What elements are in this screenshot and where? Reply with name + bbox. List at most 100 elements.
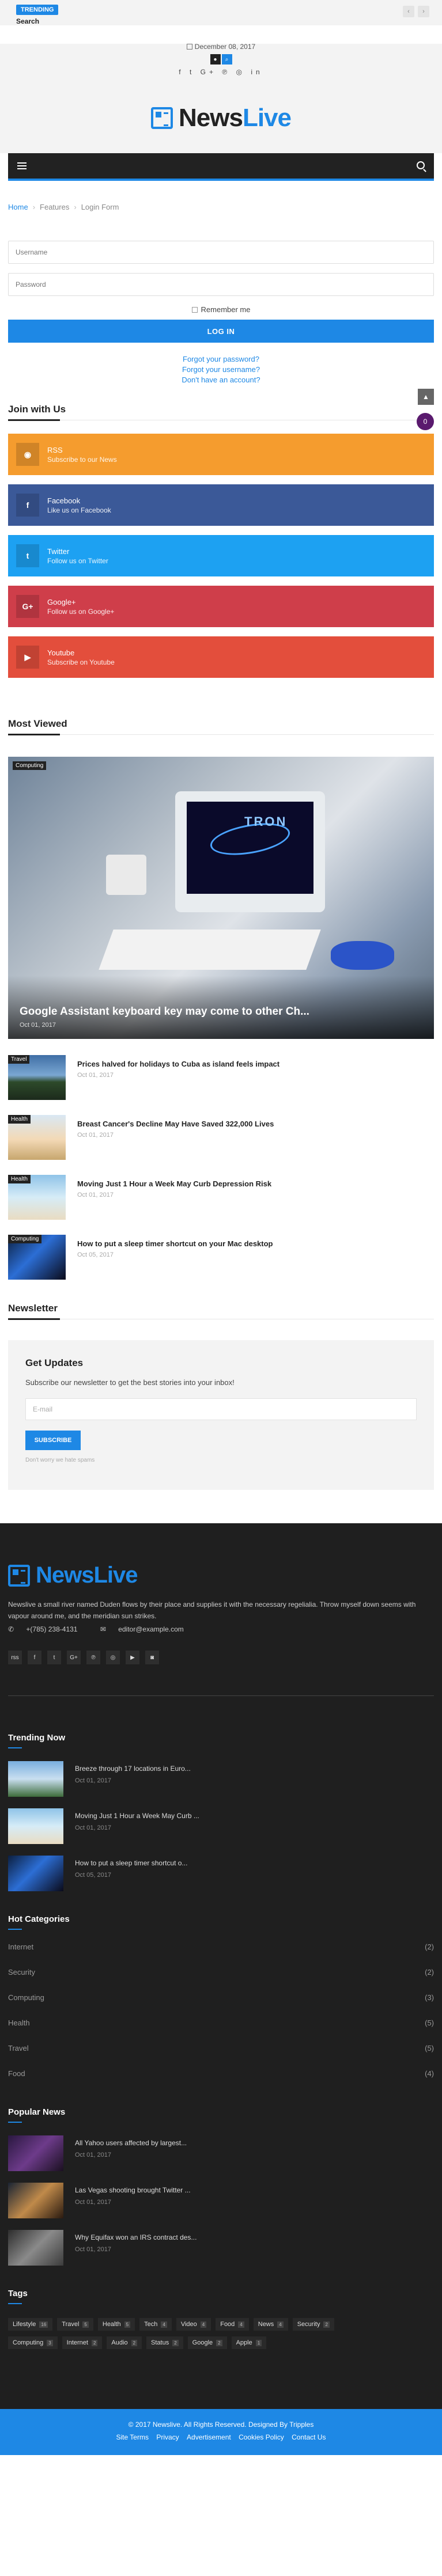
username-field[interactable] (8, 241, 434, 264)
tag-item[interactable]: News 4 (253, 2318, 288, 2331)
article-title[interactable]: Moving Just 1 Hour a Week May Curb Depre… (77, 1179, 271, 1188)
footer-phone[interactable]: +(785) 238-4131 (26, 1625, 77, 1633)
menu-icon[interactable] (17, 162, 27, 169)
facebook-icon[interactable]: f (179, 68, 184, 76)
site-terms-link[interactable]: Site Terms (116, 2433, 149, 2441)
tag-item[interactable]: Lifestyle 16 (8, 2318, 53, 2331)
tag-item[interactable]: Health 5 (97, 2318, 135, 2331)
breadcrumb-features[interactable]: Features (40, 203, 69, 211)
twitter-icon[interactable]: t (190, 68, 195, 76)
cookies-policy-link[interactable]: Cookies Policy (239, 2433, 284, 2441)
list-item[interactable]: How to put a sleep timer shortcut o... Oc… (8, 1856, 434, 1891)
twitter-icon[interactable]: t (47, 1651, 61, 1664)
subscribe-button[interactable]: SUBSCRIBE (25, 1431, 81, 1450)
category-row[interactable]: Health (5) (8, 2019, 434, 2031)
category-tag[interactable]: Computing (8, 1235, 42, 1243)
category-tag[interactable]: Health (8, 1175, 31, 1183)
chevron-left-icon[interactable]: ‹ (403, 6, 414, 17)
instagram-icon[interactable]: ◎ (236, 68, 245, 76)
tag-item[interactable]: Status 2 (146, 2336, 183, 2349)
list-item[interactable]: All Yahoo users affected by largest... Oc… (8, 2135, 434, 2171)
register-link[interactable]: Don't have an account? (8, 375, 434, 385)
pinterest-icon[interactable]: ℗ (222, 68, 231, 76)
article-title[interactable]: How to put a sleep timer shortcut o... (75, 1859, 187, 1867)
footer-email[interactable]: editor@example.com (118, 1625, 184, 1633)
tag-item[interactable]: Audio 2 (107, 2336, 142, 2349)
article-thumbnail[interactable]: Health (8, 1115, 66, 1160)
category-row[interactable]: Computing (3) (8, 1993, 434, 2006)
article-thumbnail[interactable] (8, 2135, 63, 2171)
forgot-username-link[interactable]: Forgot your username? (8, 365, 434, 375)
google-plus-icon[interactable]: G+ (67, 1651, 81, 1664)
category-name[interactable]: Computing (8, 1993, 44, 2006)
article-title[interactable]: All Yahoo users affected by largest... (75, 2139, 187, 2147)
user-icon[interactable]: ● (210, 54, 221, 65)
privacy-link[interactable]: Privacy (156, 2433, 179, 2441)
list-item[interactable]: Breeze through 17 locations in Euro... Oc… (8, 1761, 434, 1797)
social-google-plus-row[interactable]: G+ Google+ Follow us on Google+ (8, 586, 434, 627)
featured-article[interactable]: TRON Computing Google Assistant keyboard… (8, 757, 434, 1039)
chevron-right-icon[interactable]: › (418, 6, 429, 17)
featured-title[interactable]: Google Assistant keyboard key may come t… (20, 1006, 309, 1018)
category-tag[interactable]: Travel (8, 1055, 30, 1064)
article-title[interactable]: Breast Cancer's Decline May Have Saved 3… (77, 1120, 274, 1128)
tag-item[interactable]: Tech 4 (139, 2318, 172, 2331)
tag-item[interactable]: Computing 3 (8, 2336, 58, 2349)
remember-checkbox[interactable] (191, 307, 198, 313)
tag-item[interactable]: Travel 5 (57, 2318, 93, 2331)
search-icon[interactable] (417, 161, 425, 169)
article-thumbnail[interactable] (8, 2183, 63, 2218)
article-title[interactable]: Prices halved for holidays to Cuba as is… (77, 1060, 279, 1068)
category-row[interactable]: Security (2) (8, 1968, 434, 1981)
article-title[interactable]: How to put a sleep timer shortcut on you… (77, 1239, 273, 1248)
pinterest-icon[interactable]: ℗ (86, 1651, 100, 1664)
article-title[interactable]: Las Vegas shooting brought Twitter ... (75, 2186, 191, 2194)
social-rss-row[interactable]: ◉ RSS Subscribe to our News (8, 434, 434, 475)
article-thumbnail[interactable] (8, 1856, 63, 1891)
list-item[interactable]: Why Equifax won an IRS contract des... Oc… (8, 2230, 434, 2266)
tag-item[interactable]: Apple 1 (231, 2336, 267, 2349)
footer-logo[interactable]: NewsLive (8, 1562, 138, 1588)
list-item[interactable]: Health Breast Cancer's Decline May Have S… (8, 1115, 434, 1160)
rss-icon[interactable]: rss (8, 1651, 22, 1664)
category-name[interactable]: Internet (8, 1943, 33, 1955)
facebook-icon[interactable]: f (28, 1651, 41, 1664)
article-thumbnail[interactable]: Computing (8, 1235, 66, 1280)
linkedin-icon[interactable]: in (251, 68, 263, 76)
list-item[interactable]: Moving Just 1 Hour a Week May Curb ... Oc… (8, 1808, 434, 1844)
youtube-icon[interactable]: ▶ (126, 1651, 139, 1664)
breadcrumb-home[interactable]: Home (8, 203, 28, 211)
category-name[interactable]: Travel (8, 2044, 29, 2057)
trending-headline[interactable]: Search (16, 17, 39, 25)
newsletter-email-input[interactable]: E-mail (25, 1398, 417, 1420)
social-facebook-row[interactable]: f Facebook Like us on Facebook (8, 484, 434, 526)
category-row[interactable]: Internet (2) (8, 1943, 434, 1955)
contact-us-link[interactable]: Contact Us (292, 2433, 326, 2441)
site-logo[interactable]: NewsLive (151, 104, 292, 132)
article-thumbnail[interactable] (8, 2230, 63, 2266)
article-thumbnail[interactable]: Travel (8, 1055, 66, 1100)
remember-me[interactable]: Remember me (8, 305, 434, 314)
article-thumbnail[interactable]: Health (8, 1175, 66, 1220)
flickr-icon[interactable]: ◙ (145, 1651, 159, 1664)
article-title[interactable]: Moving Just 1 Hour a Week May Curb ... (75, 1812, 199, 1820)
search-icon[interactable]: ⌕ (221, 54, 232, 65)
tag-item[interactable]: Security 2 (292, 2318, 334, 2331)
category-tag[interactable]: Computing (13, 761, 47, 770)
category-name[interactable]: Health (8, 2019, 30, 2031)
tag-item[interactable]: Google 2 (187, 2336, 227, 2349)
list-item[interactable]: Computing How to put a sleep timer shortc… (8, 1235, 434, 1280)
category-row[interactable]: Travel (5) (8, 2044, 434, 2057)
notification-badge[interactable]: 0 (417, 413, 434, 430)
list-item[interactable]: Health Moving Just 1 Hour a Week May Curb… (8, 1175, 434, 1220)
list-item[interactable]: Las Vegas shooting brought Twitter ... Oc… (8, 2183, 434, 2218)
social-twitter-row[interactable]: t Twitter Follow us on Twitter (8, 535, 434, 576)
category-row[interactable]: Food (4) (8, 2069, 434, 2082)
social-youtube-row[interactable]: ▶ Youtube Subscribe on Youtube (8, 636, 434, 678)
google-plus-icon[interactable]: G+ (201, 68, 217, 76)
article-title[interactable]: Why Equifax won an IRS contract des... (75, 2233, 197, 2241)
instagram-icon[interactable]: ◎ (106, 1651, 120, 1664)
category-name[interactable]: Security (8, 1968, 35, 1981)
tag-item[interactable]: Video 4 (176, 2318, 211, 2331)
list-item[interactable]: Travel Prices halved for holidays to Cuba… (8, 1055, 434, 1100)
